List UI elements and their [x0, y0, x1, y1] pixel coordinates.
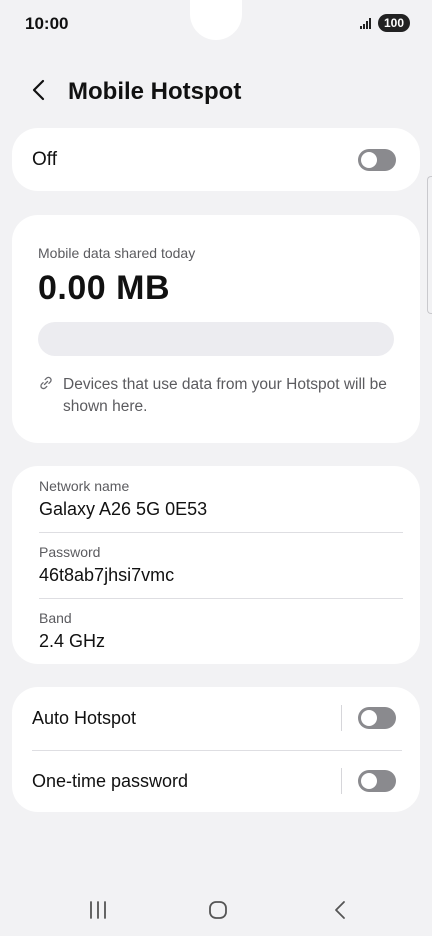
hotspot-options-card: Auto Hotspot One-time password	[12, 687, 420, 812]
screen: 10:00 100 Mobile Hotspot Off Mobile data…	[0, 0, 432, 936]
separator	[341, 705, 342, 731]
app-header: Mobile Hotspot	[0, 68, 432, 118]
password-row[interactable]: Password 46t8ab7jhsi7vmc	[12, 532, 420, 598]
page-title: Mobile Hotspot	[68, 78, 242, 105]
band-value: 2.4 GHz	[39, 631, 106, 651]
back-icon[interactable]	[318, 880, 362, 924]
one-time-password-row[interactable]: One-time password	[12, 750, 420, 812]
network-details-card: Network name Galaxy A26 5G 0E53 Password…	[12, 466, 420, 664]
one-time-password-label: One-time password	[32, 771, 189, 791]
toggle-knob	[361, 773, 377, 789]
usage-note: Devices that use data from your Hotspot …	[63, 376, 387, 415]
master-toggle[interactable]	[358, 149, 396, 171]
separator	[341, 768, 342, 794]
status-bar: 10:00 100	[0, 0, 432, 48]
password-value: 46t8ab7jhsi7vmc	[39, 565, 175, 585]
toggle-knob	[361, 152, 377, 168]
recents-icon[interactable]	[76, 880, 120, 924]
usage-value: 0.00 MB	[38, 269, 170, 307]
hotspot-master-switch[interactable]: Off	[12, 128, 420, 191]
home-icon[interactable]	[196, 880, 240, 924]
link-icon	[40, 376, 52, 390]
toggle-knob	[361, 710, 377, 726]
status-time: 10:00	[25, 14, 69, 33]
auto-hotspot-label: Auto Hotspot	[32, 708, 137, 728]
battery-icon: 100	[378, 14, 411, 32]
auto-hotspot-toggle[interactable]	[358, 707, 396, 729]
data-usage-card: Mobile data shared today 0.00 MB Devices…	[12, 215, 420, 443]
network-name-value: Galaxy A26 5G 0E53	[39, 499, 208, 519]
band-label: Band	[39, 610, 72, 626]
camera-notch	[190, 0, 242, 40]
signal-icon	[360, 17, 374, 29]
network-name-label: Network name	[39, 478, 130, 494]
chevron-left-icon[interactable]	[28, 78, 52, 102]
band-row[interactable]: Band 2.4 GHz	[12, 598, 420, 664]
network-name-row[interactable]: Network name Galaxy A26 5G 0E53	[12, 466, 420, 532]
usage-progress-bar	[38, 322, 394, 356]
master-switch-label: Off	[32, 149, 57, 170]
auto-hotspot-row[interactable]: Auto Hotspot	[12, 687, 420, 749]
one-time-password-toggle[interactable]	[358, 770, 396, 792]
usage-caption: Mobile data shared today	[38, 245, 196, 261]
password-label: Password	[39, 544, 101, 560]
edge-panel-handle[interactable]	[427, 176, 432, 314]
navigation-bar	[0, 880, 432, 936]
battery-level: 100	[384, 16, 405, 30]
